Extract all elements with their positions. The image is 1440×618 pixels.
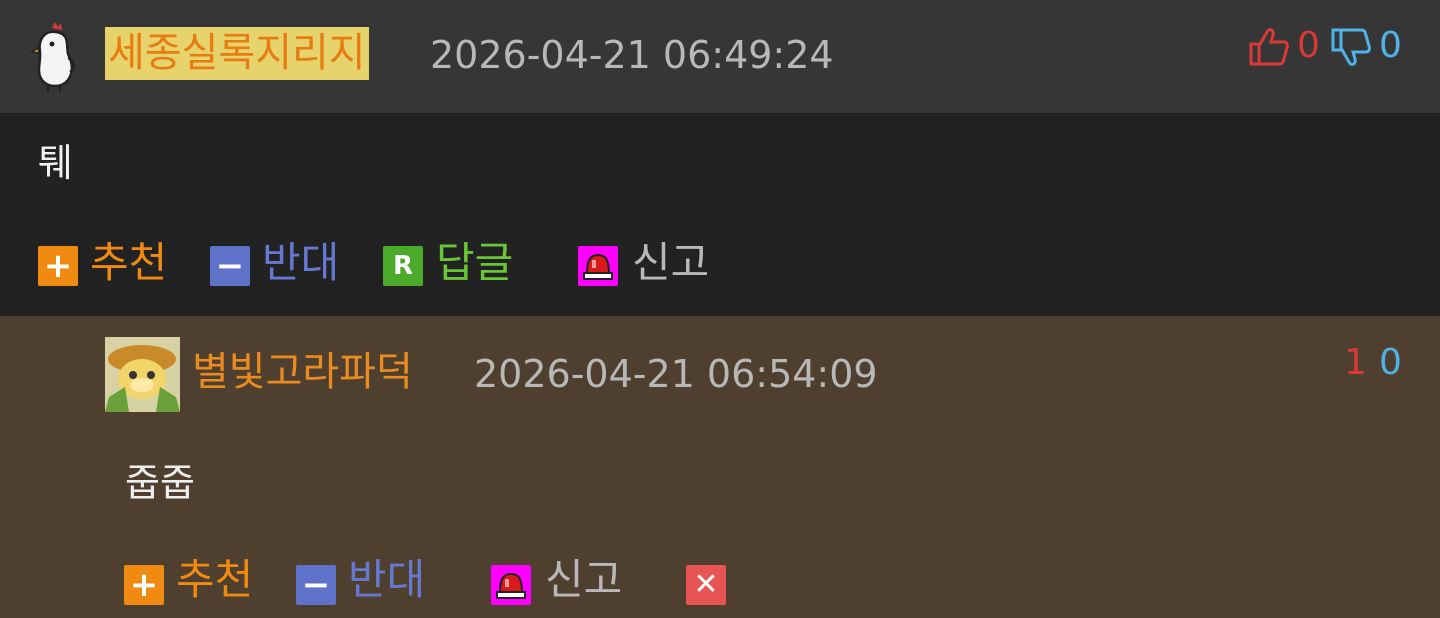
avatar-frog[interactable]	[105, 337, 180, 412]
thumbs-up-icon[interactable]	[1249, 26, 1289, 66]
comment-author[interactable]: 세종실록지리지	[105, 27, 369, 80]
comment-text: 퉤	[38, 141, 73, 185]
plus-icon[interactable]: +	[124, 565, 164, 605]
minus-icon[interactable]: −	[296, 565, 336, 605]
reply-text: 줍줍	[125, 461, 195, 505]
report-button[interactable]: 신고	[632, 238, 709, 288]
recommend-button[interactable]: 추천	[176, 555, 253, 605]
oppose-button[interactable]: 반대	[262, 238, 339, 288]
reply-up-count: 1	[1344, 342, 1367, 383]
minus-icon[interactable]: −	[210, 246, 250, 286]
reply-button[interactable]: 답글	[436, 238, 513, 288]
plus-icon[interactable]: +	[38, 246, 78, 286]
avatar-chicken[interactable]	[29, 22, 82, 92]
comment-up-count: 0	[1297, 25, 1320, 66]
reply-timestamp: 2026-04-21 06:54:09	[474, 352, 878, 396]
oppose-button[interactable]: 반대	[348, 555, 425, 605]
siren-icon[interactable]	[491, 565, 531, 605]
recommend-button[interactable]: 추천	[90, 238, 167, 288]
reply-down-count: 0	[1379, 342, 1402, 383]
comment-down-count: 0	[1379, 25, 1402, 66]
delete-x-icon[interactable]: ✕	[686, 565, 726, 605]
thumbs-down-icon[interactable]	[1331, 28, 1371, 68]
siren-icon[interactable]	[578, 246, 618, 286]
comment-timestamp: 2026-04-21 06:49:24	[430, 33, 834, 77]
reply-author[interactable]: 별빛고라파덕	[192, 346, 413, 398]
reply-r-icon[interactable]: R	[383, 246, 423, 286]
report-button[interactable]: 신고	[545, 555, 622, 605]
